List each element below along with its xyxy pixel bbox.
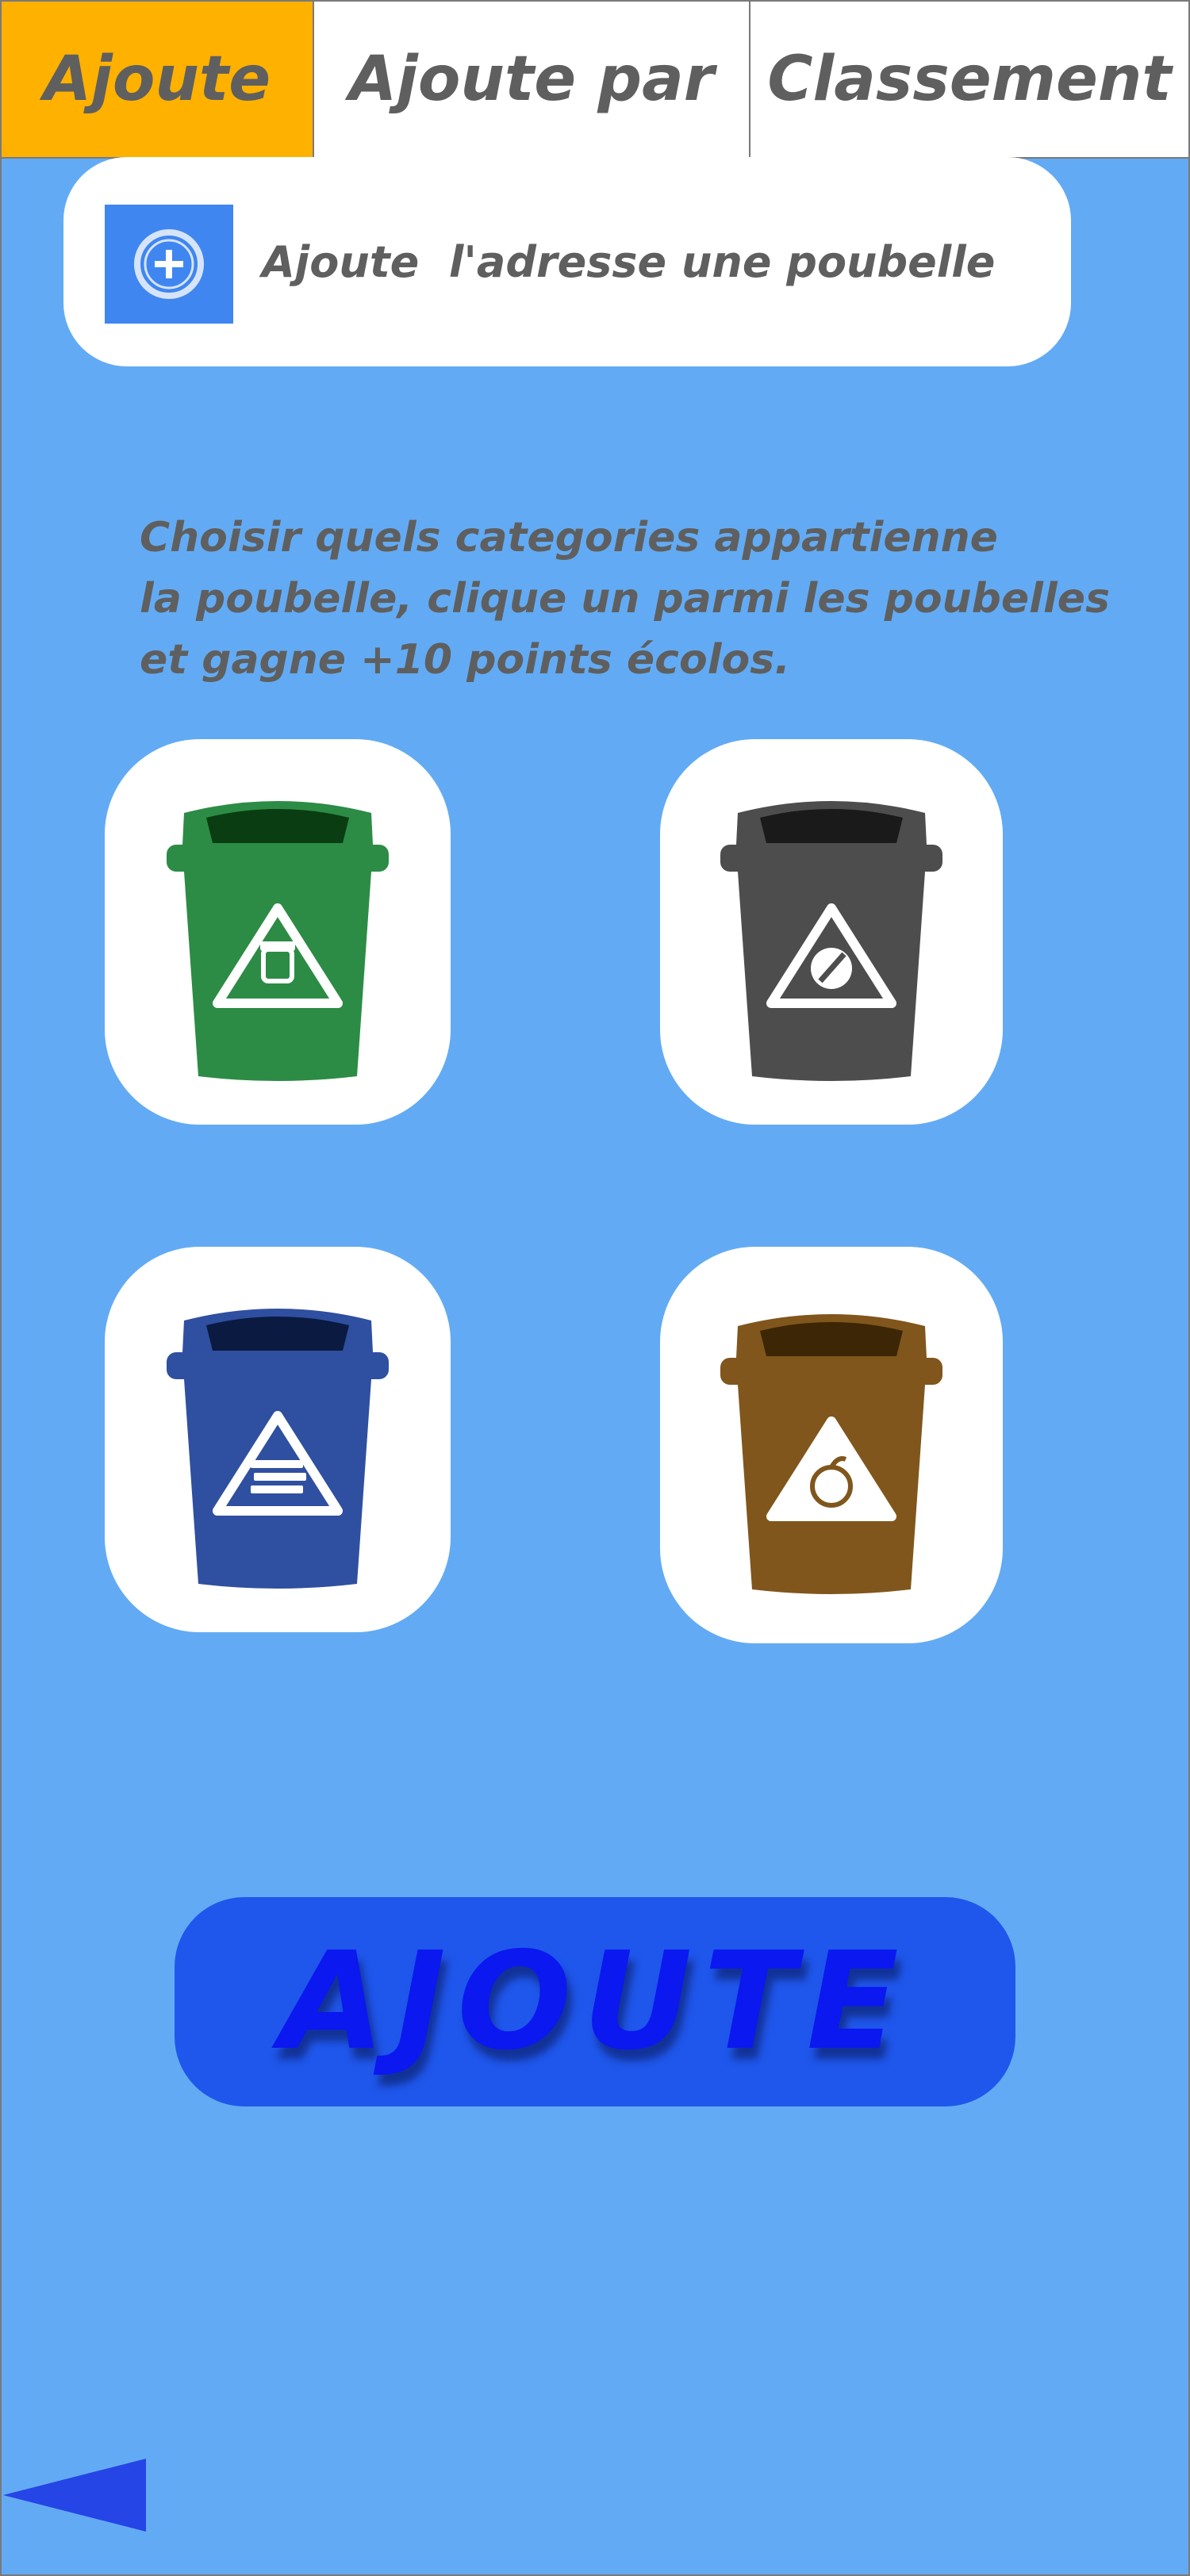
submit-label: AJOUTE	[280, 1923, 910, 2080]
submit-button[interactable]: AJOUTE	[175, 1897, 1015, 2106]
instructions-line: Choisir quels categories appartienne	[140, 514, 998, 562]
instructions-text: Choisir quels categories appartienne la …	[140, 508, 1131, 691]
brown-bin-icon	[720, 1314, 942, 1594]
bin-brown-button[interactable]	[660, 1247, 1003, 1643]
tab-ajoute[interactable]: Ajoute	[0, 0, 314, 159]
blue-bin-icon	[167, 1309, 389, 1589]
bin-gray-button[interactable]	[660, 739, 1003, 1125]
tab-classement[interactable]: Classement	[750, 0, 1190, 159]
add-circle-icon	[134, 229, 204, 299]
bin-green-button[interactable]	[105, 739, 451, 1125]
back-arrow-icon[interactable]	[3, 2459, 146, 2532]
green-bin-icon	[167, 801, 389, 1081]
bin-blue-button[interactable]	[105, 1247, 451, 1632]
tab-ajoute-par[interactable]: Ajoute par	[314, 0, 750, 159]
add-address-card[interactable]: Ajoute l'adresse une poubelle	[63, 157, 1071, 366]
instructions-line: et gagne +10 points écolos.	[140, 636, 790, 684]
tab-ajoute-par-label: Ajoute par	[348, 44, 715, 115]
tab-bar: Ajoute Ajoute par Classement	[0, 0, 1190, 159]
gray-bin-icon	[720, 801, 942, 1081]
instructions-line: la poubelle, clique un parmi les poubell…	[140, 575, 1111, 623]
add-address-button[interactable]	[105, 205, 233, 324]
add-address-label: Ajoute l'adresse une poubelle	[262, 236, 996, 287]
tab-classement-label: Classement	[767, 44, 1172, 115]
tab-ajoute-label: Ajoute	[43, 44, 271, 115]
